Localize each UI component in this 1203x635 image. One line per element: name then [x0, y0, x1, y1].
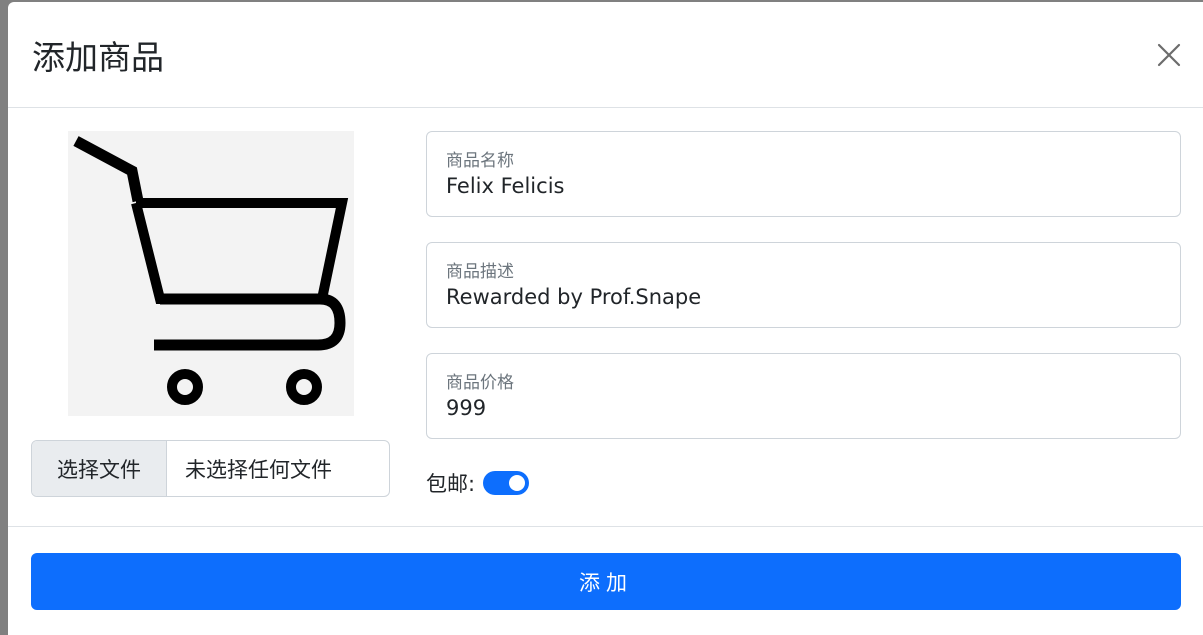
shopping-cart-icon — [73, 136, 349, 405]
toggle-knob — [509, 475, 526, 491]
modal-title: 添加商品 — [32, 38, 164, 77]
close-button[interactable] — [1154, 40, 1184, 70]
add-button[interactable]: 添加 — [31, 553, 1181, 610]
free-shipping-row: 包邮: — [426, 468, 530, 498]
file-status-text: 未选择任何文件 — [185, 457, 332, 482]
product-price-label: 商品价格 — [446, 373, 514, 393]
product-image-preview — [68, 131, 354, 416]
product-description-field[interactable]: 商品描述 Rewarded by Prof.Snape — [426, 242, 1181, 328]
file-input[interactable]: 选择文件 未选择任何文件 — [31, 440, 390, 497]
product-name-value[interactable]: Felix Felicis — [446, 174, 564, 198]
product-description-value[interactable]: Rewarded by Prof.Snape — [446, 285, 701, 309]
close-icon — [1157, 43, 1181, 67]
modal-footer: 添加 — [8, 526, 1203, 635]
product-name-field[interactable]: 商品名称 Felix Felicis — [426, 131, 1181, 217]
add-product-modal: 添加商品 选择文件 未选择任何文件 商品名称 Felix Felicis 商品描… — [8, 2, 1203, 635]
product-name-label: 商品名称 — [446, 151, 514, 171]
product-price-value[interactable]: 999 — [446, 396, 486, 420]
free-shipping-toggle[interactable] — [483, 471, 530, 495]
modal-header: 添加商品 — [8, 2, 1203, 108]
product-description-label: 商品描述 — [446, 262, 514, 282]
choose-file-button[interactable]: 选择文件 — [32, 441, 167, 496]
product-price-field[interactable]: 商品价格 999 — [426, 353, 1181, 439]
free-shipping-label: 包邮: — [426, 472, 476, 496]
